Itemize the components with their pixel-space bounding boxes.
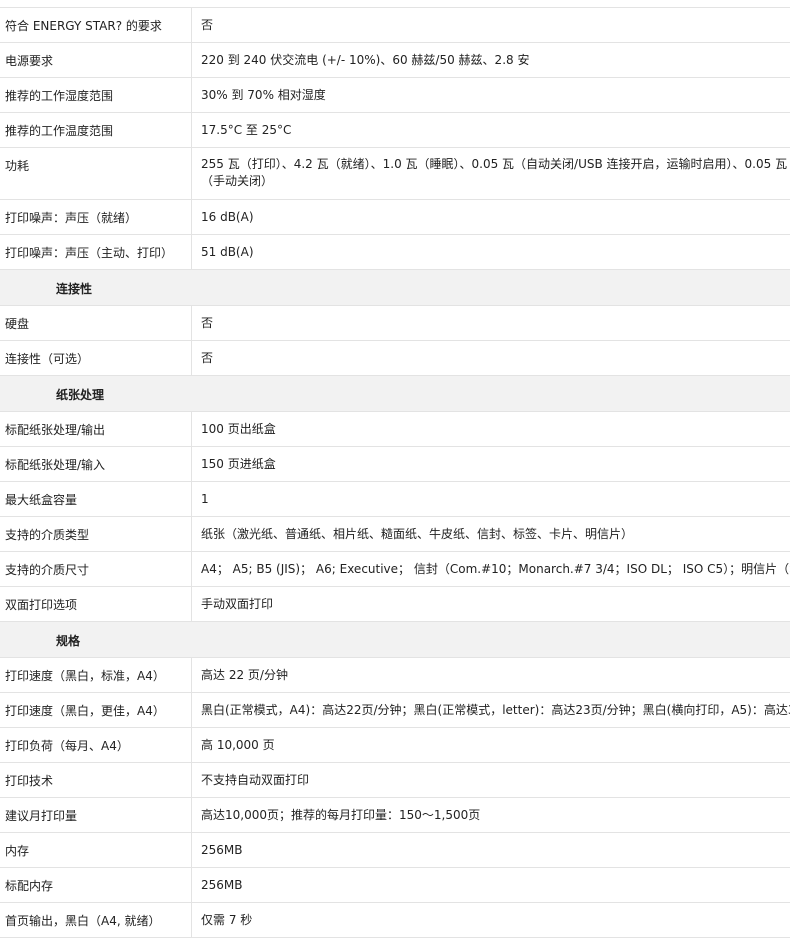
- spec-value: 手动双面打印: [201, 597, 274, 611]
- spec-label: 打印速度（黑白，标准，A4）: [0, 658, 192, 692]
- spec-label: 打印技术: [0, 763, 192, 797]
- spec-value: 高 10,000 页: [201, 738, 275, 752]
- spec-row-energy-star: 符合 ENERGY STAR? 的要求 否: [0, 8, 790, 43]
- spec-value: 纸张（激光纸、普通纸、相片纸、糙面纸、牛皮纸、信封、标签、卡片、明信片）: [201, 527, 634, 541]
- spec-label: 打印速度（黑白，更佳，A4）: [0, 693, 192, 727]
- spec-label: 双面打印选项: [0, 587, 192, 621]
- spec-row-paper-output: 标配纸张处理/输出 100 页出纸盒: [0, 412, 790, 447]
- spec-value: 仅需 7 秒: [201, 913, 253, 927]
- spec-row-print-speed-best: 打印速度（黑白，更佳，A4） 黑白(正常模式，A4)：高达22页/分钟；黑白(正…: [0, 693, 790, 728]
- spec-value: 150 页进纸盒: [201, 457, 276, 471]
- spec-row-duplex: 双面打印选项 手动双面打印: [0, 587, 790, 622]
- spec-row-paper-input: 标配纸张处理/输入 150 页进纸盒: [0, 447, 790, 482]
- spec-row-monthly-volume: 建议月打印量 高达10,000页；推荐的每月打印量：150～1,500页: [0, 798, 790, 833]
- spec-value: 否: [201, 351, 214, 365]
- spec-row-print-speed-normal: 打印速度（黑白，标准，A4） 高达 22 页/分钟: [0, 658, 790, 693]
- spec-value: 255 瓦（打印）、4.2 瓦（就绪）、1.0 瓦（睡眠）、0.05 瓦（自动关…: [201, 157, 788, 188]
- spec-row-standard-memory: 标配内存 256MB: [0, 868, 790, 903]
- spec-value: 黑白(正常模式，A4)：高达22页/分钟；黑白(正常模式，letter)：高达2…: [201, 703, 790, 717]
- spec-label: 连接性（可选）: [0, 341, 192, 375]
- spec-value: 1: [201, 492, 209, 506]
- spec-label: 首页输出，黑白（A4, 就绪）: [0, 903, 192, 937]
- spec-row-max-trays: 最大纸盒容量 1: [0, 482, 790, 517]
- spec-row-humidity: 推荐的工作湿度范围 30% 到 70% 相对湿度: [0, 78, 790, 113]
- section-header-specifications: 规格: [0, 622, 790, 658]
- spec-label: 支持的介质尺寸: [0, 552, 192, 586]
- spec-value: 256MB: [201, 843, 243, 857]
- spec-value: 16 dB(A): [201, 210, 254, 224]
- spec-value: 256MB: [201, 878, 243, 892]
- spec-row-temperature: 推荐的工作温度范围 17.5°C 至 25°C: [0, 113, 790, 148]
- spec-value: 高达 22 页/分钟: [201, 668, 288, 682]
- spec-value: A4； A5; B5 (JIS)； A6; Executive； 信封（Com.…: [201, 562, 790, 576]
- spec-label: 推荐的工作湿度范围: [0, 78, 192, 112]
- spec-label: 推荐的工作温度范围: [0, 113, 192, 147]
- spec-value: 否: [201, 316, 214, 330]
- spec-value: 100 页出纸盒: [201, 422, 276, 436]
- spec-label: 符合 ENERGY STAR? 的要求: [0, 8, 192, 42]
- spec-value: 30% 到 70% 相对湿度: [201, 88, 326, 102]
- spec-row-connectivity-optional: 连接性（可选） 否: [0, 341, 790, 376]
- spec-value: 51 dB(A): [201, 245, 254, 259]
- section-header-connectivity: 连接性: [0, 270, 790, 306]
- spec-row-print-technology: 打印技术 不支持自动双面打印: [0, 763, 790, 798]
- spec-label: 内存: [0, 833, 192, 867]
- spec-value: 高达10,000页；推荐的每月打印量：150～1,500页: [201, 808, 481, 822]
- spec-row-hard-disk: 硬盘 否: [0, 306, 790, 341]
- spec-label: 建议月打印量: [0, 798, 192, 832]
- section-header-paper-handling: 纸张处理: [0, 376, 790, 412]
- spec-value: 17.5°C 至 25°C: [201, 123, 292, 137]
- spec-row-power-consumption: 功耗 255 瓦（打印）、4.2 瓦（就绪）、1.0 瓦（睡眠）、0.05 瓦（…: [0, 148, 790, 200]
- spec-label: 标配纸张处理/输入: [0, 447, 192, 481]
- spec-row-media-types: 支持的介质类型 纸张（激光纸、普通纸、相片纸、糙面纸、牛皮纸、信封、标签、卡片、…: [0, 517, 790, 552]
- section-title: 规格: [56, 634, 81, 648]
- spec-table: 符合 ENERGY STAR? 的要求 否 电源要求 220 到 240 伏交流…: [0, 7, 790, 938]
- spec-label: 功耗: [0, 148, 192, 199]
- spec-row-power-requirements: 电源要求 220 到 240 伏交流电 (+/- 10%)、60 赫兹/50 赫…: [0, 43, 790, 78]
- spec-label: 打印负荷（每月、A4）: [0, 728, 192, 762]
- section-title: 连接性: [56, 282, 93, 296]
- spec-row-noise-active: 打印噪声：声压（主动、打印） 51 dB(A): [0, 235, 790, 270]
- spec-value: 220 到 240 伏交流电 (+/- 10%)、60 赫兹/50 赫兹、2.8…: [201, 53, 530, 67]
- spec-label: 打印噪声：声压（就绪）: [0, 200, 192, 234]
- spec-row-memory: 内存 256MB: [0, 833, 790, 868]
- spec-row-noise-ready: 打印噪声：声压（就绪） 16 dB(A): [0, 200, 790, 235]
- spec-label: 标配内存: [0, 868, 192, 902]
- spec-row-first-page-out: 首页输出，黑白（A4, 就绪） 仅需 7 秒: [0, 903, 790, 938]
- spec-value: 否: [201, 18, 214, 32]
- section-title: 纸张处理: [56, 388, 105, 402]
- spec-value: 不支持自动双面打印: [201, 773, 310, 787]
- spec-label: 硬盘: [0, 306, 192, 340]
- spec-label: 最大纸盒容量: [0, 482, 192, 516]
- spec-label: 电源要求: [0, 43, 192, 77]
- spec-label: 标配纸张处理/输出: [0, 412, 192, 446]
- spec-row-duty-cycle: 打印负荷（每月、A4） 高 10,000 页: [0, 728, 790, 763]
- spec-label: 支持的介质类型: [0, 517, 192, 551]
- spec-label: 打印噪声：声压（主动、打印）: [0, 235, 192, 269]
- spec-row-media-sizes: 支持的介质尺寸 A4； A5; B5 (JIS)； A6; Executive；…: [0, 552, 790, 587]
